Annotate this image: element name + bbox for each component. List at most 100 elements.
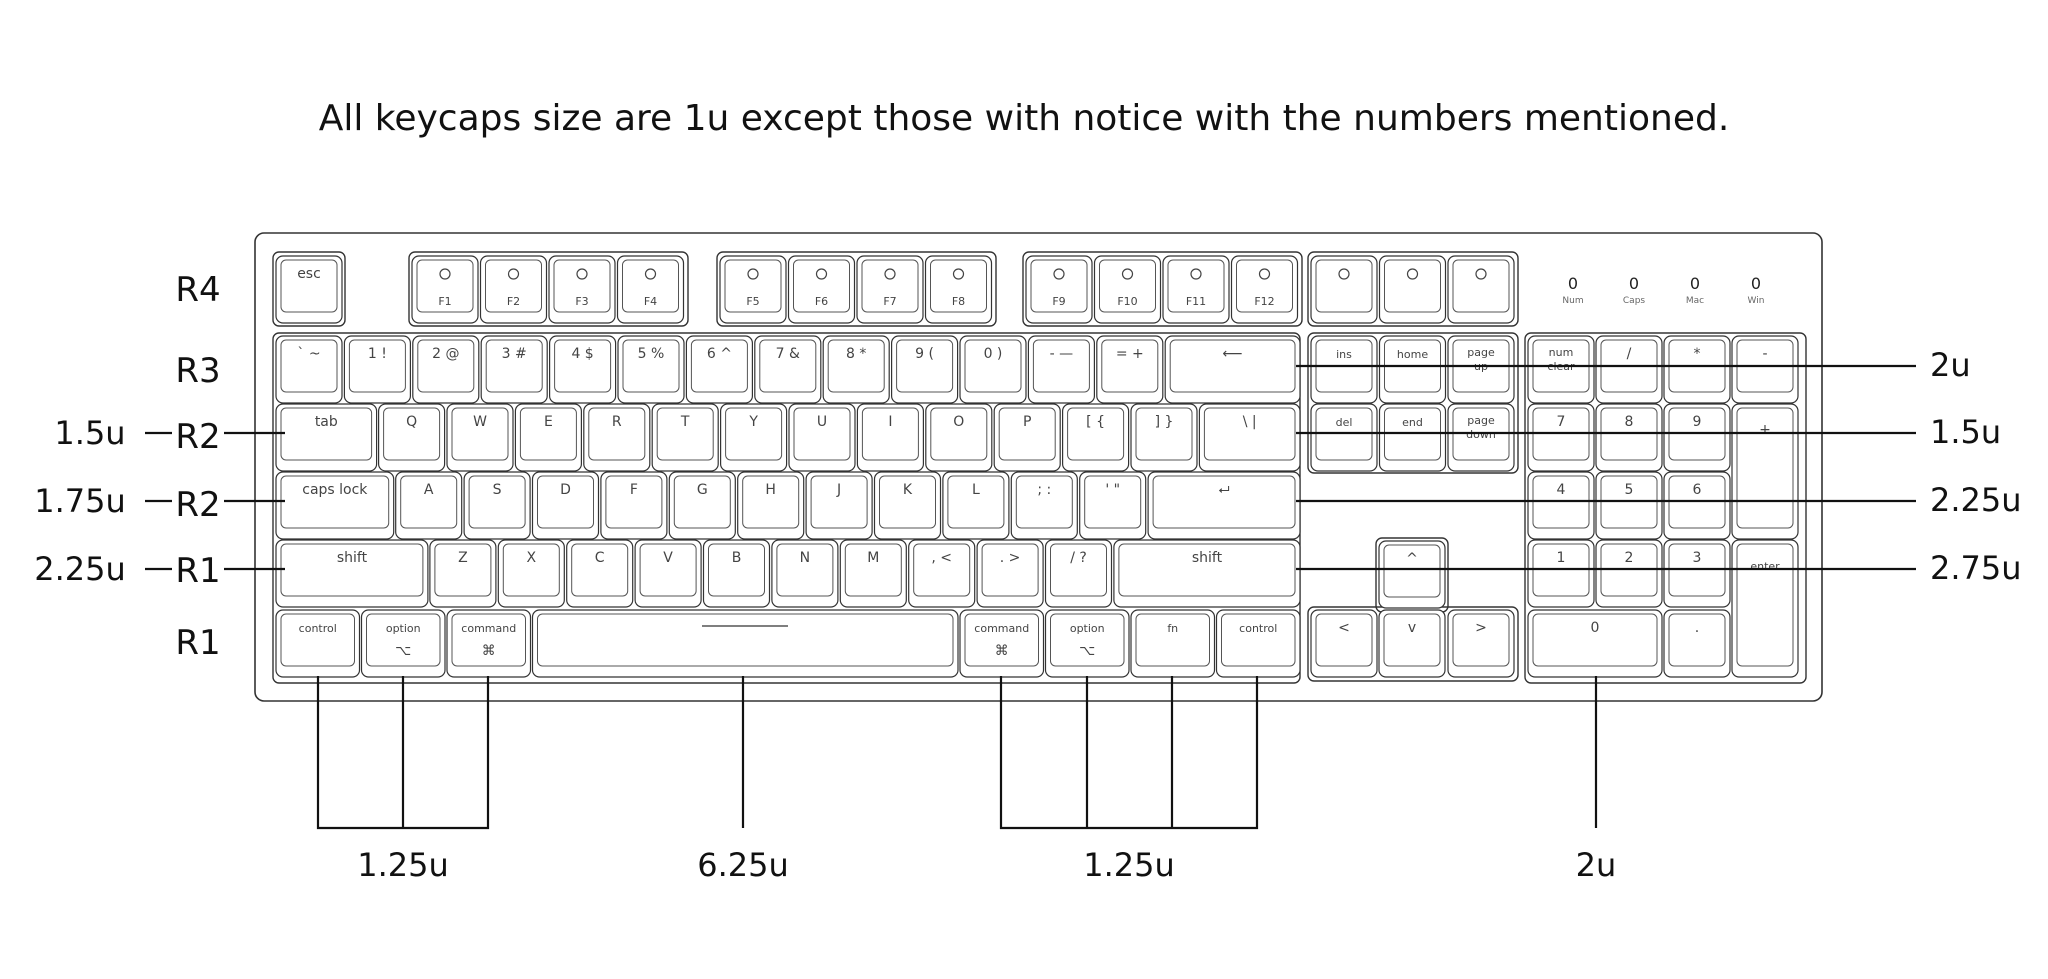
key-del-legend: del [1336, 416, 1353, 429]
row-label-r2-tab: R2 [175, 417, 220, 457]
key-number-4-legend: 4 $ [571, 346, 593, 362]
key-f1: F1 [411, 255, 479, 324]
key-m-legend: M [867, 550, 879, 566]
key-j: J [805, 471, 873, 540]
key-right-option: option ⌥ [1044, 609, 1130, 678]
key-number-3-legend: 3 # [502, 346, 527, 362]
size-label-backslash: 1.5u [1930, 413, 2001, 451]
key-numpad-plus-legend: + [1759, 422, 1771, 438]
key-number-3: 3 # [480, 335, 548, 404]
key-numpad-5: 5 [1595, 471, 1663, 540]
key-screenshot [1310, 255, 1378, 324]
key-right-control: control [1215, 609, 1301, 678]
key-y: Y [719, 403, 788, 472]
key-right-control-legend: control [1239, 622, 1277, 635]
size-label-spacebar: 6.25u [697, 846, 789, 884]
key-left-option-legend: option [386, 622, 421, 635]
size-label-left-modifiers: 1.25u [357, 846, 449, 884]
key-g-legend: G [697, 482, 708, 498]
key-h: H [737, 471, 805, 540]
key-o: O [925, 403, 993, 472]
key-f9-legend: F9 [1052, 295, 1065, 308]
key-punct-9: . > [976, 539, 1044, 608]
row-label-r2-caps: R2 [175, 485, 220, 525]
key-numpad-5-legend: 5 [1625, 482, 1634, 498]
key-number-5-legend: 5 % [638, 346, 665, 362]
key-punct-11: ' " [1079, 471, 1147, 540]
key-punct-10-legend: / ? [1070, 550, 1087, 566]
key-punct-10: / ? [1044, 539, 1113, 608]
key-number-9: 9 ( [890, 335, 959, 404]
key-right-command-icon: ⌘ [995, 643, 1009, 659]
key-h-legend: H [765, 482, 776, 498]
indicator-caps-value: 0 [1629, 274, 1639, 293]
key-ins-legend: ins [1336, 348, 1352, 361]
key-numpad-plus: + [1731, 403, 1799, 540]
key-esc: esc [275, 255, 343, 324]
key-bracket-11-legend: [ { [1086, 414, 1105, 430]
key-z-legend: Z [458, 550, 468, 566]
key-punct-8-legend: , < [931, 550, 952, 566]
size-label-right-shift: 2.75u [1930, 549, 2022, 587]
key-numpad-divide: / [1595, 335, 1663, 404]
key-left-command-icon: ⌘ [482, 643, 496, 659]
key-num-clear-legend-top: num [1549, 346, 1574, 359]
indicator-caps-label: Caps [1623, 296, 1646, 306]
key-arrow-up: ^ [1378, 540, 1446, 609]
key-s: S [463, 471, 531, 540]
key-x-legend: X [527, 550, 537, 566]
key-q: Q [378, 403, 446, 472]
key-l: L [942, 471, 1010, 540]
key-number-7-legend: 7 & [776, 346, 800, 362]
key-punct-8: , < [908, 539, 976, 608]
key-w-legend: W [473, 414, 487, 430]
key-number-6: 6 ^ [685, 335, 754, 404]
row-label-r1-bottom: R1 [175, 623, 220, 663]
size-label-tab: 1.5u [54, 414, 125, 452]
key-v-legend: V [663, 550, 673, 566]
key-f8-legend: F8 [952, 295, 965, 308]
key-fn-legend: fn [1167, 622, 1178, 635]
key-w: W [446, 403, 514, 472]
key-left-option-icon: ⌥ [395, 643, 411, 659]
key-f4-legend: F4 [644, 295, 657, 308]
key-arrow-right: > [1447, 609, 1515, 678]
key-d-legend: D [560, 482, 571, 498]
key-s-legend: S [493, 482, 502, 498]
indicator-num-label: Num [1562, 296, 1583, 306]
key-f11-legend: F11 [1186, 295, 1206, 308]
key-e: E [514, 403, 583, 472]
key-f10: F10 [1093, 255, 1162, 324]
row-label-r4: R4 [175, 270, 220, 310]
indicator-win-value: 0 [1751, 274, 1761, 293]
key-f2: F2 [479, 255, 548, 324]
key-left-shift-legend: shift [337, 550, 368, 566]
key-l-legend: L [972, 482, 980, 498]
size-label-enter: 2.25u [1930, 481, 2022, 519]
key-f7: F7 [856, 255, 924, 324]
key-punct-10-legend: ; : [1037, 482, 1051, 498]
key-t: T [651, 403, 719, 472]
size-label-backspace: 2u [1930, 346, 1971, 384]
key-c: C [566, 539, 634, 608]
key-page-up: pageup [1447, 335, 1515, 404]
key-bracket-11: [ { [1061, 403, 1130, 472]
key-number-11: - — [1027, 335, 1096, 404]
key-bracket-12: ] } [1130, 403, 1198, 472]
key-x: X [497, 539, 565, 608]
key-spacebar [531, 609, 959, 678]
key-number-4: 4 $ [548, 335, 617, 404]
key-q-legend: Q [406, 414, 417, 430]
key-numpad-9: 9 [1663, 403, 1731, 472]
key-p-legend: P [1023, 414, 1031, 430]
key-arrow-left-legend: < [1338, 620, 1350, 636]
key-tab: tab [275, 403, 378, 472]
key-i: I [856, 403, 925, 472]
key-number-8: 8 * [822, 335, 890, 404]
key-f2-legend: F2 [507, 295, 520, 308]
key-del: del [1310, 403, 1378, 472]
key-number-10: 0 ) [959, 335, 1027, 404]
key-g: G [668, 471, 736, 540]
key-left-control-legend: control [299, 622, 337, 635]
key-arrow-left: < [1310, 609, 1378, 678]
